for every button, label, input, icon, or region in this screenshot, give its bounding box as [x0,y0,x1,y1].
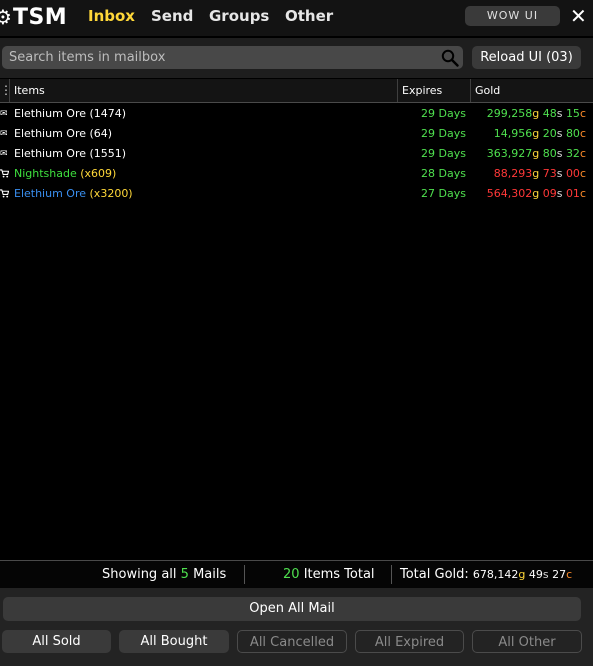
column-divider [397,79,398,102]
all-bought-button[interactable]: All Bought [119,630,229,653]
tsm-logo: ⚙ TSM [0,4,68,30]
all-sold-button[interactable]: All Sold [2,630,111,653]
item-name: Elethium Ore [14,107,87,120]
gold-value: 564,302g 09s 01c [486,187,586,200]
table-row[interactable]: ✉ Elethium Ore (1551) 29 Days 363,927g 8… [0,144,593,164]
search-row: Search items in mailbox Reload UI (03) [0,38,593,78]
column-options-icon[interactable]: ⋮ [0,79,12,102]
gold-value: 14,956g 20s 80c [493,127,586,140]
open-all-mail-button[interactable]: Open All Mail [3,597,581,621]
column-divider [9,79,10,102]
item-name: Elethium Ore [14,127,87,140]
table-row[interactable]: Elethium Ore (x3200) 27 Days 564,302g 09… [0,184,593,204]
expires-value: 29 Days [421,147,466,160]
tab-groups[interactable]: Groups [209,7,269,25]
column-divider [470,79,471,102]
expires-value: 29 Days [421,127,466,140]
tab-other[interactable]: Other [285,7,333,25]
reload-ui-button[interactable]: Reload UI (03) [472,46,581,69]
summary-divider [391,565,392,584]
summary-divider [244,565,245,584]
table-row[interactable]: ✉ Elethium Ore (1474) 29 Days 299,258g 4… [0,104,593,124]
logo-text: TSM [12,4,68,30]
expires-value: 27 Days [421,187,466,200]
gold-value: 88,293g 73s 00c [493,167,586,180]
gear-icon: ⚙ [0,5,12,29]
tab-send[interactable]: Send [151,7,193,25]
showing-mails-text: Showing all 5 Mails [102,567,227,582]
item-quantity: (64) [89,127,113,140]
items-total-text: 20 Items Total [283,567,375,582]
all-cancelled-button[interactable]: All Cancelled [237,630,347,653]
table-row[interactable]: ✉ Elethium Ore (64) 29 Days 14,956g 20s … [0,124,593,144]
wow-ui-button[interactable]: WOW UI [465,6,560,26]
item-quantity: (1474) [89,107,127,120]
item-name: Elethium Ore [14,147,87,160]
gold-value: 363,927g 80s 32c [486,147,586,160]
search-icon[interactable] [441,49,459,67]
item-quantity: (x3200) [89,187,133,200]
column-header-expires[interactable]: Expires [402,79,442,102]
table-row[interactable]: Nightshade (x609) 28 Days 88,293g 73s 00… [0,164,593,184]
mail-list: ✉ Elethium Ore (1474) 29 Days 299,258g 4… [0,104,593,204]
item-name: Nightshade [14,167,77,180]
column-header-gold[interactable]: Gold [475,79,500,102]
envelope-icon: ✉ [0,149,8,159]
expires-value: 28 Days [421,167,466,180]
action-bar: Open All Mail All Sold All Bought All Ca… [0,588,593,666]
cart-icon [0,164,10,184]
total-gold-text: Total Gold: 678,142g 49s 27c [400,567,573,582]
all-other-button[interactable]: All Other [472,630,582,653]
envelope-icon: ✉ [0,129,8,139]
header-bar: ⚙ TSM Inbox Send Groups Other WOW UI ✕ [0,0,593,36]
item-quantity: (x609) [80,167,117,180]
envelope-icon: ✉ [0,109,8,119]
expires-value: 29 Days [421,107,466,120]
gold-value: 299,258g 48s 15c [486,107,586,120]
search-input[interactable]: Search items in mailbox [2,46,463,69]
all-expired-button[interactable]: All Expired [355,630,464,653]
item-quantity: (1551) [89,147,127,160]
column-header-items[interactable]: Items [14,79,45,102]
table-header: ⋮ Items Expires Gold [0,79,593,103]
item-name: Elethium Ore [14,187,87,200]
cart-icon [0,184,10,204]
mail-summary: Showing all 5 Mails 20 Items Total Total… [0,560,593,588]
close-icon[interactable]: ✕ [570,4,587,28]
tab-inbox[interactable]: Inbox [88,7,135,25]
